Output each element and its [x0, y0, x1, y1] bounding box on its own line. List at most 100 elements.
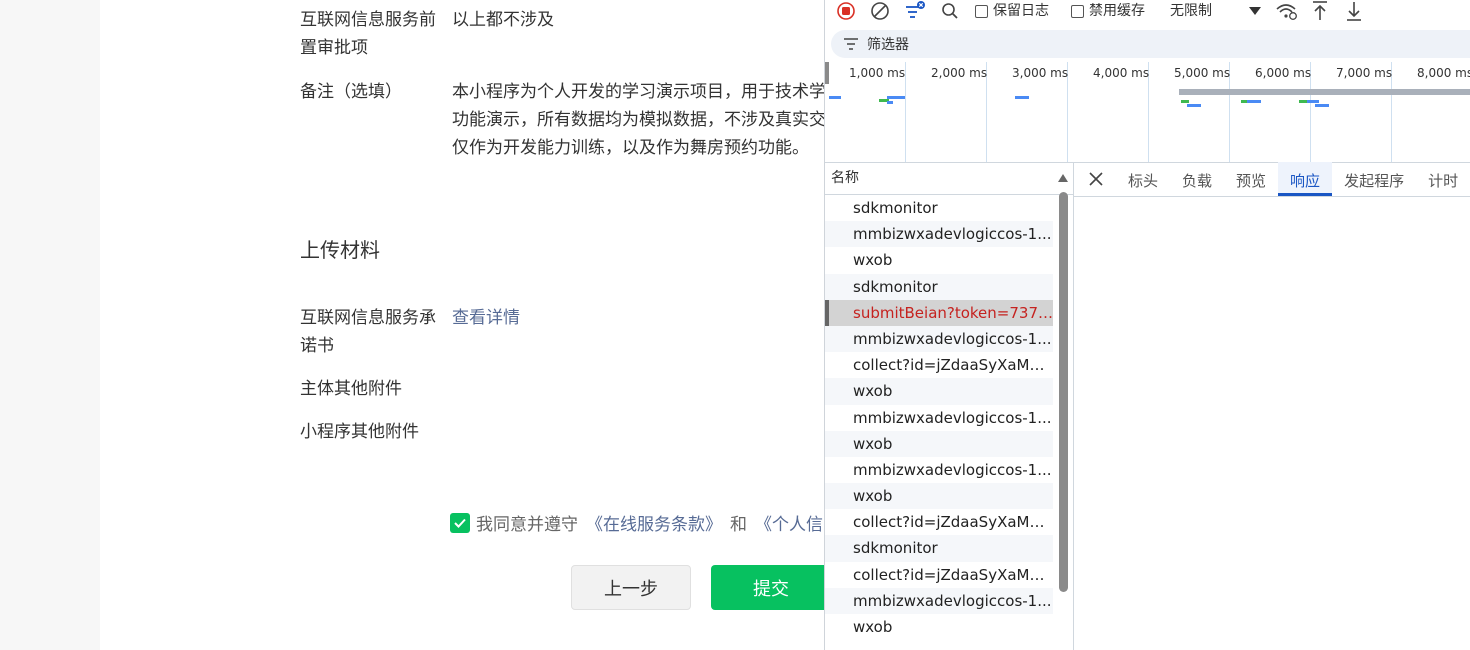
agreement-line: 我同意并遵守 《在线服务条款》 和 《个人信	[450, 510, 823, 535]
beian-form-page: 互联网信息服务前置审批项 以上都不涉及 备注（选填） 本小程序为个人开发的学习演…	[100, 0, 824, 650]
prior-approval-label: 互联网信息服务前置审批项	[300, 10, 436, 58]
request-row[interactable]: mmbizwxadevlogiccos-1...	[825, 405, 1053, 431]
timeline-drag-handle[interactable]	[825, 62, 829, 84]
privacy-link[interactable]: 《个人信	[755, 510, 823, 535]
disable-cache-label: 禁用缓存	[1089, 3, 1145, 19]
preserve-log-toggle[interactable]: 保留日志	[975, 0, 1049, 22]
export-har-icon[interactable]	[1343, 0, 1365, 22]
timeline-bar	[1179, 89, 1470, 95]
timeline-bar	[1315, 104, 1329, 107]
form-row-miniapp-attachments: 小程序其他附件	[300, 418, 824, 448]
tick-label-2000: 2,000 ms	[931, 66, 988, 80]
network-conditions-icon[interactable]	[1275, 0, 1299, 22]
close-icon[interactable]	[1074, 162, 1116, 196]
form-row-commitment: 互联网信息服务承诺书 查看详情	[300, 304, 824, 364]
request-row[interactable]: sdkmonitor	[825, 195, 1053, 221]
upload-section-title: 上传材料	[300, 238, 380, 262]
timeline-tick: 4,000 ms	[1093, 62, 1149, 162]
timeline-tick: 5,000 ms	[1174, 62, 1230, 162]
tab-payload[interactable]: 负载	[1170, 162, 1224, 196]
timeline-tick: 1,000 ms	[849, 62, 906, 162]
request-detail-tabs: 标头 负载 预览 响应 发起程序 计时	[1074, 162, 1470, 197]
check-icon	[454, 518, 466, 528]
commitment-label: 互联网信息服务承诺书	[300, 308, 436, 356]
tab-response[interactable]: 响应	[1278, 162, 1333, 196]
request-row-selected[interactable]: submitBeian?token=7373...	[825, 299, 1053, 326]
clear-icon[interactable]	[869, 0, 891, 22]
throttle-select[interactable]: 无限制	[1170, 0, 1212, 22]
timeline-bar	[829, 96, 841, 99]
form-row-remark: 备注（选填） 本小程序为个人开发的学习演示项目，用于技术学习与功能演示，所有数据…	[300, 78, 824, 168]
tick-label-7000: 7,000 ms	[1336, 66, 1393, 80]
timeline-bar	[1247, 100, 1261, 103]
request-row[interactable]: mmbizwxadevlogiccos-1...	[825, 457, 1053, 483]
request-list-scrollbar[interactable]	[1059, 192, 1068, 592]
agree-and: 和	[730, 515, 747, 535]
request-row[interactable]: wxob	[825, 430, 1053, 457]
remark-value: 本小程序为个人开发的学习演示项目，用于技术学习与功能演示，所有数据均为模拟数据，…	[452, 82, 824, 158]
timeline-tick: 2,000 ms	[931, 62, 987, 162]
preserve-log-checkbox[interactable]	[975, 4, 988, 18]
timeline-tick: 6,000 ms	[1255, 62, 1311, 162]
filter-toggle-icon[interactable]	[903, 0, 927, 22]
request-row[interactable]: sdkmonitor	[825, 535, 1053, 562]
filter-input[interactable]: 筛选器	[831, 30, 1470, 58]
prev-step-button[interactable]: 上一步	[571, 565, 691, 610]
timeline-tick: 3,000 ms	[1012, 62, 1068, 162]
name-header-label: 名称	[831, 170, 859, 186]
network-overview-timeline[interactable]: 1,000 ms 2,000 ms 3,000 ms 4,000 ms 5,00…	[825, 62, 1470, 163]
request-row[interactable]: mmbizwxadevlogiccos-1...	[825, 325, 1053, 353]
request-row[interactable]: mmbizwxadevlogiccos-1...	[825, 221, 1053, 248]
tab-timing[interactable]: 计时	[1416, 162, 1470, 196]
timeline-bar	[1307, 100, 1319, 103]
service-terms-link[interactable]: 《在线服务条款》	[586, 510, 722, 535]
tab-preview[interactable]: 预览	[1224, 162, 1278, 196]
request-row[interactable]: sdkmonitor	[825, 273, 1053, 300]
timeline-bar	[1187, 104, 1201, 107]
chevron-down-icon[interactable]	[1245, 0, 1265, 22]
request-row[interactable]: wxob	[825, 378, 1053, 405]
tab-headers[interactable]: 标头	[1116, 162, 1170, 196]
name-column-header[interactable]: 名称	[825, 162, 1073, 195]
disable-cache-toggle[interactable]: 禁用缓存	[1071, 0, 1145, 22]
filter-icon	[844, 38, 858, 50]
tick-label-6000: 6,000 ms	[1255, 66, 1312, 80]
agree-checkbox[interactable]	[450, 512, 470, 533]
view-details-link[interactable]: 查看详情	[452, 304, 520, 332]
timeline-bar	[887, 96, 905, 99]
timeline-bar	[1015, 96, 1029, 99]
subject-attachments-label: 主体其他附件	[300, 379, 402, 399]
submit-button[interactable]: 提交	[711, 565, 824, 610]
timeline-bar	[887, 101, 893, 104]
timeline-bar	[1299, 100, 1307, 103]
request-row[interactable]: wxob	[825, 483, 1053, 510]
tick-label-8000: 8,000 ms	[1417, 66, 1470, 80]
tick-label-5000: 5,000 ms	[1174, 66, 1231, 80]
disable-cache-checkbox[interactable]	[1071, 4, 1084, 18]
prior-approval-value: 以上都不涉及	[452, 10, 554, 30]
request-row[interactable]: collect?id=jZdaaSyXaMW...	[825, 509, 1053, 535]
record-stop-icon[interactable]	[835, 0, 857, 22]
form-row-prior-approval: 互联网信息服务前置审批项 以上都不涉及	[300, 6, 824, 66]
network-toolbar: 保留日志 禁用缓存 无限制	[825, 0, 1470, 24]
timeline-tick: 7,000 ms	[1336, 62, 1392, 162]
import-har-icon[interactable]	[1309, 0, 1331, 22]
request-row[interactable]: wxob	[825, 614, 1053, 640]
tick-label-4000: 4,000 ms	[1093, 66, 1150, 80]
search-icon[interactable]	[939, 0, 961, 22]
filter-placeholder: 筛选器	[867, 37, 909, 53]
preserve-log-label: 保留日志	[993, 3, 1049, 19]
request-row[interactable]: collect?id=jZdaaSyXaMW...	[825, 352, 1053, 378]
tick-label-3000: 3,000 ms	[1012, 66, 1069, 80]
remark-label: 备注（选填）	[300, 82, 402, 102]
request-row[interactable]: wxob	[825, 247, 1053, 273]
request-row[interactable]: mmbizwxadevlogiccos-1...	[825, 587, 1053, 614]
miniapp-attachments-label: 小程序其他附件	[300, 422, 419, 442]
form-row-subject-attachments: 主体其他附件	[300, 375, 824, 405]
request-row[interactable]: collect?id=jZdaaSyXaMW...	[825, 562, 1053, 588]
sort-up-icon[interactable]	[1057, 173, 1069, 183]
timeline-bar	[1181, 100, 1189, 103]
devtools-network-panel: 保留日志 禁用缓存 无限制 筛选器 1,000 ms 2,000 ms 3,00…	[824, 0, 1470, 650]
tab-initiator[interactable]: 发起程序	[1332, 162, 1416, 196]
request-list: 名称 sdkmonitor mmbizwxadevlogiccos-1... w…	[825, 162, 1074, 650]
